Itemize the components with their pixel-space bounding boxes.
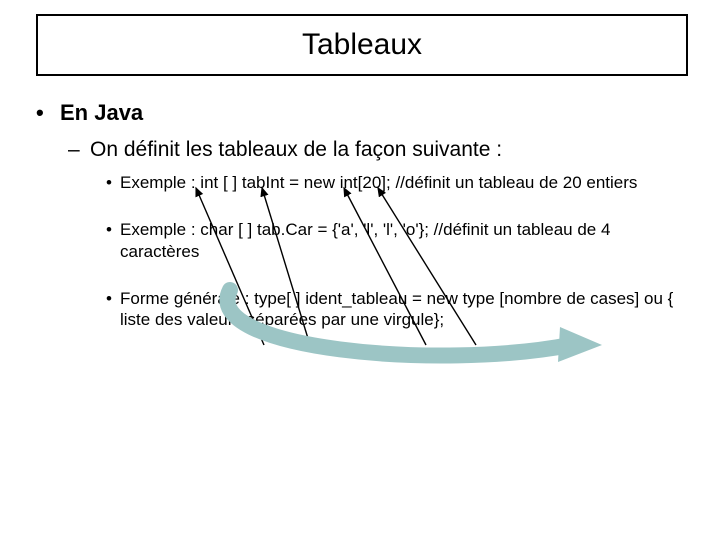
bullet-item: •Forme générale : type[ ] ident_tableau … xyxy=(106,288,686,331)
bullet-text: Exemple : char [ ] tab.Car = {'a', 'l', … xyxy=(120,220,610,260)
heading-level1: •En Java xyxy=(36,100,686,126)
bullet-text: Forme générale : type[ ] ident_tableau =… xyxy=(120,289,673,329)
heading-text: En Java xyxy=(60,100,143,125)
bullet-item: •Exemple : int [ ] tabInt = new int[20];… xyxy=(106,172,686,193)
dot-icon: • xyxy=(106,172,120,193)
title-box: Tableaux xyxy=(36,14,688,76)
subheading-text: On définit les tableaux de la façon suiv… xyxy=(90,138,502,161)
bullet-icon: • xyxy=(36,100,60,126)
slide: Tableaux •En Java –On définit les tablea… xyxy=(0,0,720,540)
dot-icon: • xyxy=(106,288,120,309)
bullet-item: •Exemple : char [ ] tab.Car = {'a', 'l',… xyxy=(106,219,686,262)
heading-level2: –On définit les tableaux de la façon sui… xyxy=(68,138,686,162)
slide-title: Tableaux xyxy=(302,28,422,62)
dash-icon: – xyxy=(68,138,90,162)
dot-icon: • xyxy=(106,219,120,240)
content-area: •En Java –On définit les tableaux de la … xyxy=(36,100,686,356)
bullet-text: Exemple : int [ ] tabInt = new int[20]; … xyxy=(120,173,637,192)
